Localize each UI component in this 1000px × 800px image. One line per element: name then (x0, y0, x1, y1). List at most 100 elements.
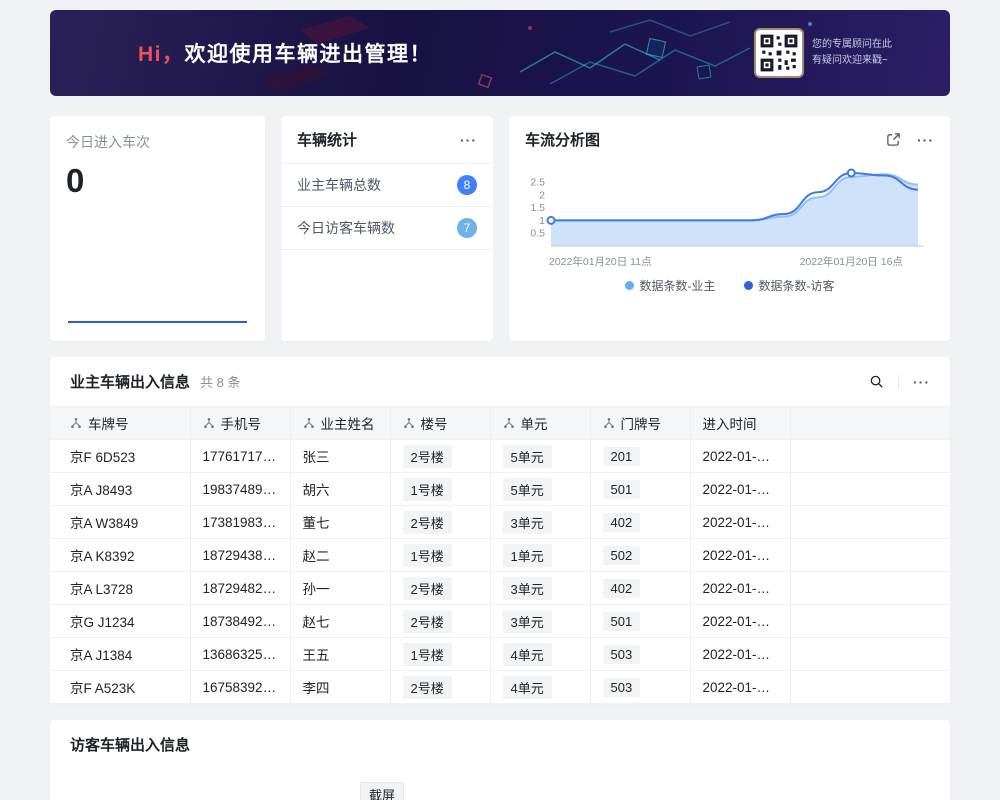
table-cell: 京A K8392 (50, 539, 190, 572)
qr-code[interactable] (756, 30, 802, 76)
visitor-partial-tag: 截屏 (360, 782, 404, 800)
table-more-button[interactable]: ··· (913, 374, 930, 390)
cell-tag: 402 (603, 579, 641, 598)
column-label: 业主姓名 (321, 413, 375, 433)
table-cell: 2022-01-… (690, 440, 790, 473)
table-cell: 1号楼 (390, 638, 490, 671)
visitor-table-card: 访客车辆出入信息 截屏 (50, 720, 950, 800)
cell-tag: 3单元 (503, 577, 552, 600)
table-cell: 201 (590, 440, 690, 473)
cell-tag: 4单元 (503, 643, 552, 666)
today-entries-card: 今日进入车次 0 (50, 116, 265, 341)
vehicle-stats-card: 车辆统计 ··· 业主车辆总数 8 今日访客车辆数 7 (281, 116, 493, 341)
cell-tag: 503 (603, 678, 641, 697)
cell-tag: 2号楼 (403, 610, 452, 633)
legend-label: 数据条数-业主 (640, 277, 716, 294)
svg-text:1.5: 1.5 (530, 202, 545, 214)
cell-tag: 1号楼 (403, 643, 452, 666)
table-cell: 3单元 (490, 605, 590, 638)
today-entries-axis-line (68, 321, 247, 323)
cell-tag: 502 (603, 546, 641, 565)
dashboard-page: Hi，欢迎使用车辆进出管理！ (0, 0, 1000, 800)
field-icon (303, 417, 315, 429)
column-header[interactable]: 单元 (490, 407, 590, 440)
vehicle-stats-header: 车辆统计 ··· (281, 116, 493, 164)
stats-more-button[interactable]: ··· (460, 132, 477, 148)
table-cell: 2022-01-… (690, 638, 790, 671)
cell-tag: 501 (603, 480, 641, 499)
cell-tag: 402 (603, 513, 641, 532)
qr-caption: 您的专属顾问在此 有疑问欢迎来戳~ (812, 37, 892, 69)
cell-tag: 503 (603, 645, 641, 664)
table-row: 京A K839218729438…赵二1号楼1单元5022022-01-… (50, 539, 950, 572)
column-header[interactable]: 车牌号 (50, 407, 190, 440)
cell-tag: 4单元 (503, 676, 552, 699)
table-cell: 京A J1384 (50, 638, 190, 671)
table-row: 京A W384917381983…董七2号楼3单元4022022-01-… (50, 506, 950, 539)
column-header[interactable]: 业主姓名 (290, 407, 390, 440)
table-row: 京A J849319837489…胡六1号楼5单元5012022-01-… (50, 473, 950, 506)
table-cell: 2号楼 (390, 506, 490, 539)
column-label: 门牌号 (621, 413, 662, 433)
table-cell-filler (790, 638, 950, 671)
table-cell: 2022-01-… (690, 605, 790, 638)
table-cell: 17381983… (190, 506, 290, 539)
table-cell: 503 (590, 671, 690, 704)
legend-dot (625, 281, 634, 290)
table-cell-filler (790, 539, 950, 572)
legend-label: 数据条数-访客 (759, 277, 835, 294)
table-cell: 13686325… (190, 638, 290, 671)
table-cell: 2号楼 (390, 440, 490, 473)
table-cell: 18729438… (190, 539, 290, 572)
table-cell: 17761717… (190, 440, 290, 473)
cell-tag: 5单元 (503, 478, 552, 501)
column-label: 楼号 (421, 413, 448, 433)
traffic-chart-title: 车流分析图 (525, 129, 600, 150)
vehicle-stats-title: 车辆统计 (297, 129, 357, 150)
table-cell: 2号楼 (390, 671, 490, 704)
table-cell: 4单元 (490, 638, 590, 671)
table-cell: 2022-01-… (690, 506, 790, 539)
stat-badge: 7 (457, 218, 477, 238)
cell-tag: 2号楼 (403, 445, 452, 468)
column-header-filler (790, 407, 950, 440)
column-header[interactable]: 进入时间 (690, 407, 790, 440)
column-header[interactable]: 手机号 (190, 407, 290, 440)
table-cell-filler (790, 440, 950, 473)
summary-cards-row: 今日进入车次 0 车辆统计 ··· 业主车辆总数 8 今日访客车辆数 7 车流分… (50, 116, 950, 341)
today-entries-value: 0 (66, 162, 249, 200)
legend-item[interactable]: 数据条数-访客 (744, 277, 835, 294)
field-icon (403, 417, 415, 429)
table-cell: 1号楼 (390, 473, 490, 506)
legend-item[interactable]: 数据条数-业主 (625, 277, 716, 294)
table-header-row: 车牌号 手机号 业主姓名 楼号 单元 门牌号 进入时间 (50, 407, 950, 440)
field-icon (603, 417, 615, 429)
cell-tag: 501 (603, 612, 641, 631)
svg-text:1: 1 (539, 215, 545, 227)
cell-tag: 2号楼 (403, 511, 452, 534)
table-row: 京A L372818729482…孙一2号楼3单元4022022-01-… (50, 572, 950, 605)
column-header[interactable]: 楼号 (390, 407, 490, 440)
table-row: 京A J138413686325…王五1号楼4单元5032022-01-… (50, 638, 950, 671)
header-divider (898, 375, 899, 389)
table-cell: 2022-01-… (690, 572, 790, 605)
column-label: 车牌号 (88, 413, 129, 433)
table-cell: 502 (590, 539, 690, 572)
export-icon[interactable] (886, 132, 901, 147)
cell-tag: 2号楼 (403, 577, 452, 600)
table-cell: 京A J8493 (50, 473, 190, 506)
table-cell: 501 (590, 605, 690, 638)
cell-tag: 3单元 (503, 610, 552, 633)
chart-more-button[interactable]: ··· (917, 132, 934, 148)
column-header[interactable]: 门牌号 (590, 407, 690, 440)
stat-row-owner-total: 业主车辆总数 8 (281, 164, 493, 207)
welcome-banner: Hi，欢迎使用车辆进出管理！ (50, 10, 950, 96)
svg-text:2.5: 2.5 (530, 176, 545, 188)
traffic-chart-header: 车流分析图 ··· (509, 116, 950, 152)
owner-table-title: 业主车辆出入信息 (70, 371, 190, 392)
cell-tag: 1号楼 (403, 544, 452, 567)
table-cell: 503 (590, 638, 690, 671)
search-icon[interactable] (869, 374, 884, 389)
table-cell: 16758392… (190, 671, 290, 704)
table-row: 京F 6D52317761717…张三2号楼5单元2012022-01-… (50, 440, 950, 473)
